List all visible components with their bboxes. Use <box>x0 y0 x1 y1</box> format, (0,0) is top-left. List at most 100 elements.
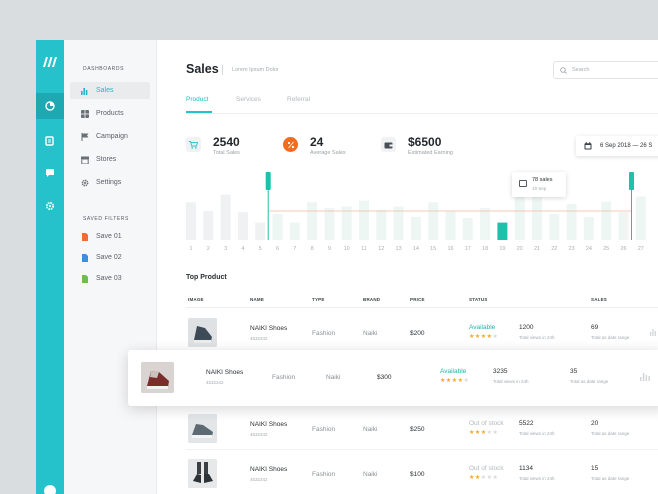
chart-bar[interactable] <box>237 212 248 240</box>
chart-bar[interactable] <box>359 200 369 240</box>
sidebar-item-products[interactable]: Products <box>70 105 150 122</box>
chart-bar[interactable] <box>532 194 542 240</box>
col-sales[interactable]: SALES <box>591 297 607 302</box>
views-count: 5522 <box>519 420 534 427</box>
chart-bar[interactable] <box>445 211 456 240</box>
grid-icon <box>81 109 89 118</box>
sales-count: 15 <box>591 465 599 472</box>
x-tick-label: 22 <box>551 246 557 252</box>
chart-bar[interactable] <box>203 211 214 240</box>
sidebar-item-label: Settings <box>96 179 122 186</box>
col-brand[interactable]: BRAND <box>363 297 380 302</box>
main-content: Sales Lorem Ipsum Dolor Product Services… <box>158 40 658 494</box>
chart-bar[interactable] <box>289 222 300 240</box>
product-type: Fashion <box>312 330 336 337</box>
x-tick-label: 18 <box>482 246 488 252</box>
saved-filter-02[interactable]: Save 02 <box>70 249 150 266</box>
chart-bar[interactable] <box>566 204 577 240</box>
x-tick-label: 9 <box>328 246 331 252</box>
chart-bar[interactable] <box>601 201 612 240</box>
chart-bar[interactable] <box>583 216 594 240</box>
chart-bar[interactable] <box>393 206 404 240</box>
col-price[interactable]: PRICE <box>410 297 425 302</box>
sidebar-item-settings[interactable]: Settings <box>70 174 150 191</box>
sidebar-item-sales[interactable]: Sales <box>70 82 150 99</box>
chart-bar[interactable] <box>272 213 283 240</box>
chart-bar[interactable] <box>324 208 335 240</box>
page-title: Sales <box>186 62 219 76</box>
dashboard-rail-icon[interactable] <box>36 93 64 119</box>
sales-bar-chart[interactable]: 1 2 3 4 5 6 7 8 9 10 11 12 13 14 15 16 17 18 19 20 21 22 23 24 2… <box>158 170 658 255</box>
date-range-picker[interactable]: 6 Sep 2018 — 26 S <box>576 136 658 156</box>
messages-rail-icon[interactable] <box>36 160 64 186</box>
product-sku: 4532342 <box>250 336 268 341</box>
bar-chart-icon <box>81 87 88 95</box>
file-icon <box>82 253 88 262</box>
chart-bar[interactable] <box>376 209 387 240</box>
search-box[interactable] <box>553 61 658 79</box>
saved-filter-03[interactable]: Save 03 <box>70 270 150 287</box>
stat-value: 24 <box>310 135 324 149</box>
settings-rail-icon[interactable] <box>36 193 64 219</box>
product-name: NAIKI Shoes <box>250 325 288 332</box>
chart-bar[interactable] <box>186 202 196 240</box>
dashboards-heading: DASHBOARDS <box>83 66 125 72</box>
icon-rail <box>36 40 64 494</box>
col-type[interactable]: TYPE <box>312 297 325 302</box>
user-avatar[interactable] <box>44 485 56 494</box>
search-input[interactable] <box>572 67 652 73</box>
wallet-icon <box>381 137 396 152</box>
chart-bar[interactable] <box>255 222 266 240</box>
search-icon <box>560 66 567 74</box>
tab-referral[interactable]: Referral <box>287 96 310 103</box>
stat-value: 2540 <box>213 135 240 149</box>
stat-value: $6500 <box>408 135 442 149</box>
views-label: Total views in 24h <box>493 379 529 384</box>
range-end-handle[interactable] <box>629 172 634 190</box>
reports-rail-icon[interactable] <box>36 128 64 154</box>
sales-label: Total as date range <box>570 379 609 384</box>
status-badge: Available <box>469 324 496 331</box>
tab-services[interactable]: Services <box>236 96 261 103</box>
sidebar-item-campaign[interactable]: Campaign <box>70 128 150 145</box>
col-name[interactable]: NAME <box>250 297 264 302</box>
chart-bar[interactable] <box>220 194 231 240</box>
x-tick-label: 14 <box>413 246 419 252</box>
x-tick-label: 10 <box>344 246 350 252</box>
x-tick-label: 8 <box>311 246 314 252</box>
table-row[interactable]: NAIKI Shoes 4532342 Fashion Naiki $250 O… <box>186 406 658 450</box>
x-tick-label: 4 <box>241 246 244 252</box>
chart-bar[interactable] <box>549 213 560 240</box>
saved-filter-01[interactable]: Save 01 <box>70 228 150 245</box>
chart-bar[interactable] <box>497 222 508 240</box>
chart-bar[interactable] <box>428 202 439 240</box>
page-subtitle: Lorem Ipsum Dolor <box>232 67 279 73</box>
chart-bar[interactable] <box>480 208 491 240</box>
product-price: $300 <box>377 374 392 381</box>
x-tick-label: 20 <box>517 246 523 252</box>
range-start-handle[interactable] <box>265 172 271 190</box>
tab-product[interactable]: Product <box>186 96 208 103</box>
views-label: Total views in 24h <box>519 431 555 436</box>
calendar-icon <box>584 142 592 150</box>
table-row[interactable]: NAIKI Shoes 4532342 Fashion Naiki $100 O… <box>186 451 658 494</box>
rating-stars: ★★★★★ <box>440 378 470 384</box>
x-tick-label: 1 <box>189 246 192 252</box>
sidebar-item-stores[interactable]: Stores <box>70 151 150 168</box>
chart-bar[interactable] <box>635 196 646 241</box>
saved-filter-label: Save 03 <box>96 275 122 282</box>
chart-bar[interactable] <box>307 202 318 240</box>
product-name: NAIKI Shoes <box>250 466 288 473</box>
x-tick-label: 7 <box>293 246 296 252</box>
sidebar-item-label: Campaign <box>96 133 128 140</box>
chart-bar[interactable] <box>618 212 629 240</box>
chart-bar[interactable] <box>462 217 473 240</box>
product-price: $200 <box>410 330 425 337</box>
chart-bar[interactable] <box>341 206 352 240</box>
highlighted-table-row[interactable]: NAIKI Shoes 4532342 Fashion Naiki $300 A… <box>128 350 658 406</box>
table-row[interactable]: NAIKI Shoes 4532342 Fashion Naiki $200 A… <box>186 310 658 354</box>
x-tick-label: 26 <box>620 246 626 252</box>
saved-filters-heading: SAVED FILTERS <box>83 216 129 222</box>
chart-bar[interactable] <box>410 216 421 240</box>
x-tick-label: 6 <box>276 246 279 252</box>
